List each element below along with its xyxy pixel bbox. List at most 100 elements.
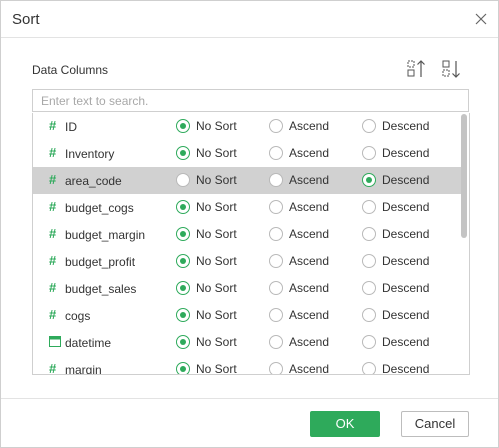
column-name: budget_sales [65, 282, 137, 296]
sort-ascending-icon[interactable] [406, 58, 428, 80]
sort-dialog: Sort Data Columns # ID No Sort Ascend Descen… [0, 0, 499, 448]
numeric-icon: # [49, 361, 57, 375]
data-columns-list: # ID No Sort Ascend Descend # Inventory No Sort… [32, 113, 470, 375]
radio-button[interactable] [176, 308, 190, 322]
column-name: budget_margin [65, 228, 146, 242]
column-name: cogs [65, 309, 91, 323]
radio-button[interactable] [362, 308, 376, 322]
radio-button[interactable] [176, 335, 190, 349]
sort-option-label: Ascend [289, 254, 330, 268]
sort-option-label: Descend [382, 308, 430, 322]
column-row[interactable]: datetime No Sort Ascend Descend [33, 329, 462, 356]
radio-button[interactable] [176, 227, 190, 241]
radio-button[interactable] [176, 173, 190, 187]
sort-option-label: Descend [382, 335, 430, 349]
radio-button[interactable] [176, 146, 190, 160]
column-row[interactable]: # ID No Sort Ascend Descend [33, 113, 462, 140]
column-name: margin [65, 363, 102, 375]
scrollbar-thumb[interactable] [461, 114, 467, 238]
cancel-button[interactable]: Cancel [401, 411, 469, 437]
column-row[interactable]: # budget_profit No Sort Ascend Descend [33, 248, 462, 275]
sort-option-label: No Sort [196, 200, 237, 214]
radio-button[interactable] [362, 227, 376, 241]
radio-button[interactable] [362, 335, 376, 349]
search-input[interactable] [32, 89, 469, 112]
column-row[interactable]: # budget_sales No Sort Ascend Descend [33, 275, 462, 302]
column-row[interactable]: # Inventory No Sort Ascend Descend [33, 140, 462, 167]
column-row[interactable]: # budget_cogs No Sort Ascend Descend [33, 194, 462, 221]
sort-option-label: Ascend [289, 227, 330, 241]
dialog-header: Sort [1, 1, 498, 38]
radio-button[interactable] [269, 362, 283, 374]
radio-button[interactable] [269, 119, 283, 133]
column-row[interactable]: # area_code No Sort Ascend Descend [33, 167, 462, 194]
radio-button[interactable] [176, 254, 190, 268]
radio-button[interactable] [269, 308, 283, 322]
sort-option-label: No Sort [196, 362, 237, 375]
radio-button[interactable] [362, 119, 376, 133]
radio-button[interactable] [176, 362, 190, 374]
radio-button[interactable] [176, 281, 190, 295]
sort-option-label: No Sort [196, 335, 237, 349]
sort-option-label: No Sort [196, 254, 237, 268]
numeric-icon: # [49, 226, 57, 241]
sort-option-label: Ascend [289, 281, 330, 295]
radio-button[interactable] [269, 200, 283, 214]
sort-option-label: Ascend [289, 200, 330, 214]
column-name: datetime [65, 336, 112, 350]
ok-button[interactable]: OK [310, 411, 380, 437]
sort-option-label: Descend [382, 173, 430, 187]
sort-option-label: No Sort [196, 119, 237, 133]
radio-button[interactable] [269, 335, 283, 349]
column-name: budget_profit [65, 255, 136, 269]
column-name: Inventory [65, 147, 115, 161]
sort-option-label: No Sort [196, 281, 237, 295]
list-scrollbar[interactable] [461, 114, 468, 374]
radio-button[interactable] [176, 200, 190, 214]
radio-button[interactable] [269, 227, 283, 241]
radio-button[interactable] [269, 254, 283, 268]
sort-option-label: Ascend [289, 173, 330, 187]
radio-button[interactable] [362, 281, 376, 295]
column-name: area_code [65, 174, 122, 188]
sort-option-label: Ascend [289, 308, 330, 322]
calendar-icon [49, 335, 61, 349]
column-row[interactable]: # budget_margin No Sort Ascend Descend [33, 221, 462, 248]
sort-option-label: Descend [382, 254, 430, 268]
radio-button[interactable] [362, 173, 376, 187]
radio-button[interactable] [269, 173, 283, 187]
sort-option-label: Ascend [289, 335, 330, 349]
numeric-icon: # [49, 199, 57, 214]
sort-option-label: No Sort [196, 173, 237, 187]
sort-option-label: Ascend [289, 146, 330, 160]
radio-button[interactable] [176, 119, 190, 133]
numeric-icon: # [49, 145, 57, 160]
numeric-icon: # [49, 307, 57, 322]
sort-option-label: Descend [382, 227, 430, 241]
column-name: budget_cogs [65, 201, 134, 215]
sort-option-label: Descend [382, 119, 430, 133]
radio-button[interactable] [362, 200, 376, 214]
sort-option-label: Descend [382, 362, 430, 375]
dialog-title: Sort [12, 11, 40, 28]
sort-descending-icon[interactable] [441, 58, 463, 80]
sort-option-label: Descend [382, 146, 430, 160]
radio-button[interactable] [362, 254, 376, 268]
column-row[interactable]: # margin No Sort Ascend Descend [33, 356, 462, 375]
radio-button[interactable] [362, 146, 376, 160]
sort-option-label: No Sort [196, 308, 237, 322]
numeric-icon: # [49, 280, 57, 295]
column-name: ID [65, 120, 77, 134]
sort-option-label: Ascend [289, 362, 330, 375]
numeric-icon: # [49, 172, 57, 187]
radio-button[interactable] [269, 281, 283, 295]
sort-option-label: No Sort [196, 227, 237, 241]
sort-option-label: Descend [382, 200, 430, 214]
close-icon[interactable] [473, 11, 489, 27]
numeric-icon: # [49, 118, 57, 133]
numeric-icon: # [49, 253, 57, 268]
radio-button[interactable] [362, 362, 376, 374]
radio-button[interactable] [269, 146, 283, 160]
sort-option-label: Ascend [289, 119, 330, 133]
column-row[interactable]: # cogs No Sort Ascend Descend [33, 302, 462, 329]
